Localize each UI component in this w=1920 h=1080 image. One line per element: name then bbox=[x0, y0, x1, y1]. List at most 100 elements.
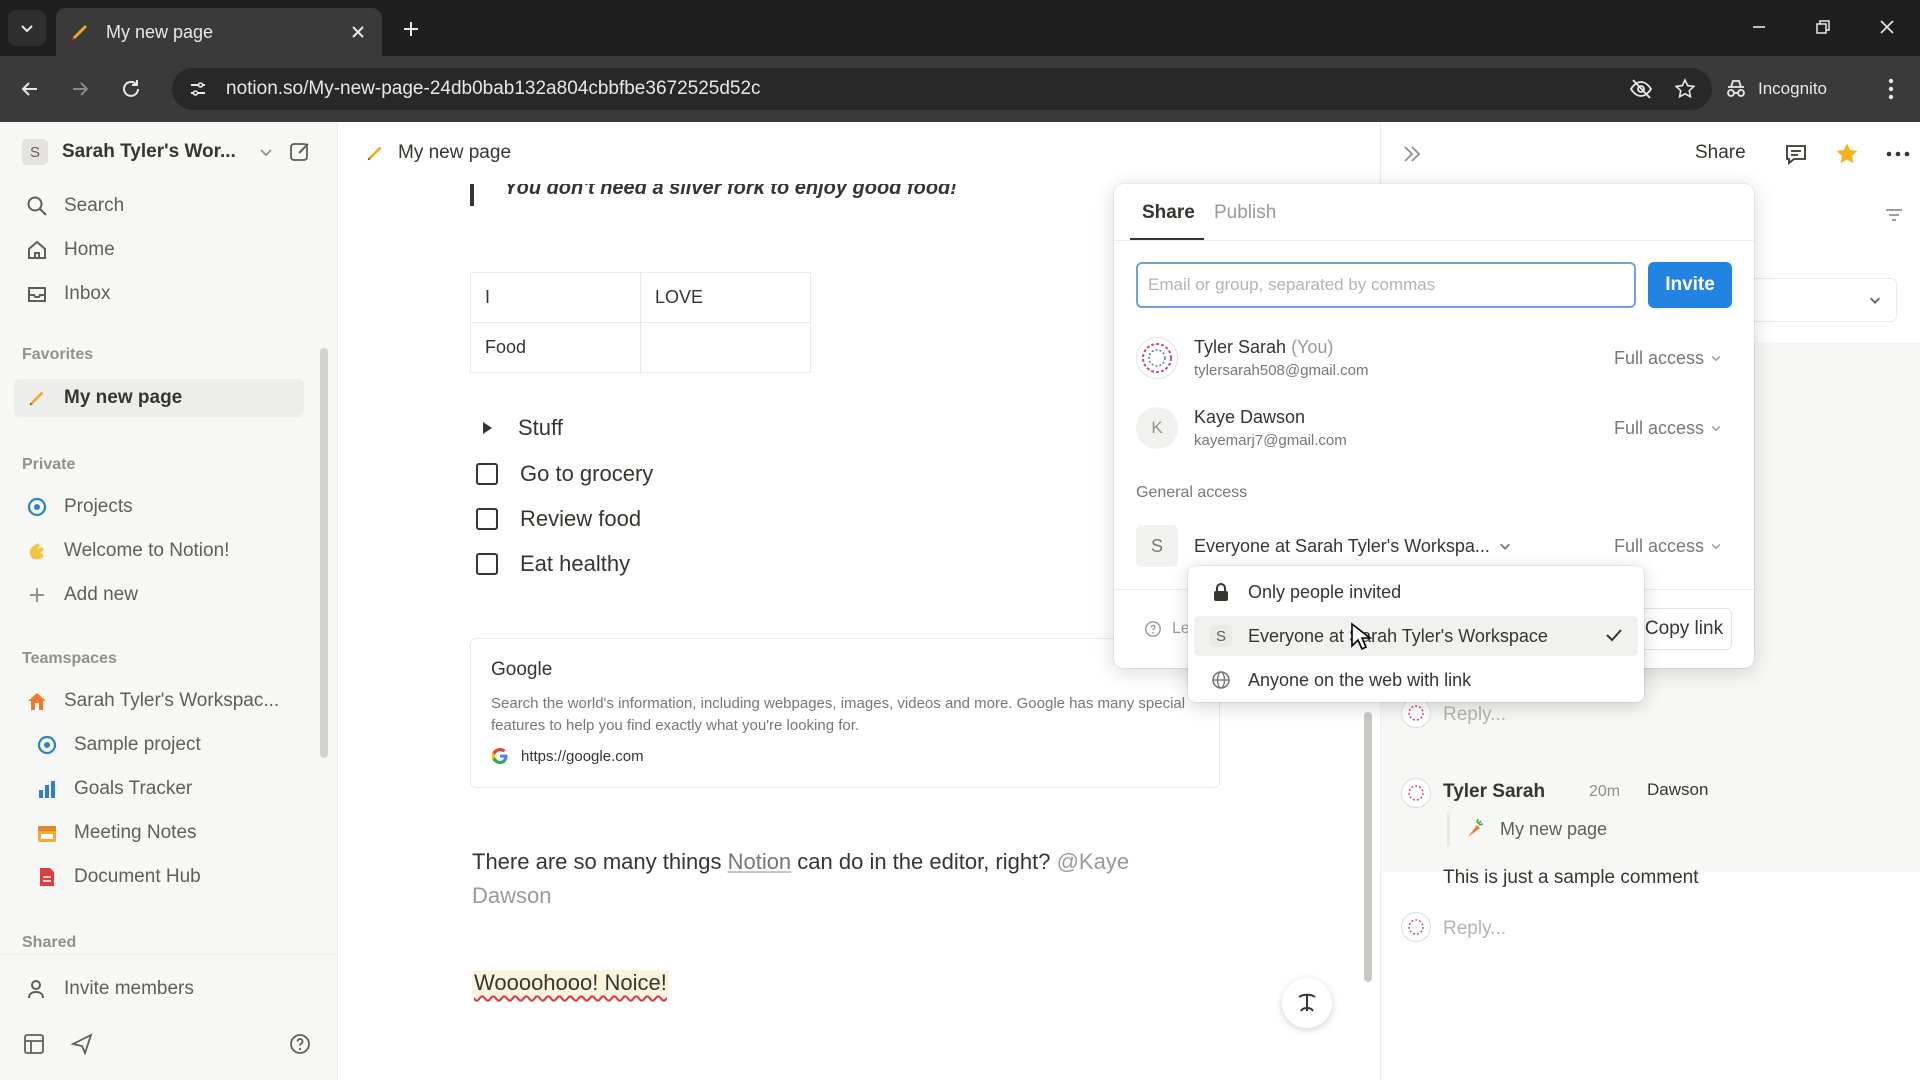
sidebar-item-my-new-page[interactable]: My new page bbox=[14, 379, 304, 417]
reply-input[interactable]: Reply... bbox=[1443, 704, 1506, 726]
browser-menu-button[interactable] bbox=[1876, 72, 1906, 106]
sidebar-item-welcome[interactable]: Welcome to Notion! bbox=[14, 532, 304, 570]
todo-item: Go to grocery bbox=[476, 457, 653, 491]
notion-link[interactable]: Notion bbox=[728, 849, 792, 874]
avatar: K bbox=[1136, 407, 1178, 449]
table-cell[interactable] bbox=[640, 322, 811, 373]
collapse-panel-button[interactable] bbox=[1397, 139, 1427, 169]
copy-link-button[interactable]: Copy link bbox=[1636, 608, 1732, 650]
member-name: Tyler Sarah bbox=[1194, 337, 1287, 357]
highlighted-text[interactable]: Woooohooo! Noice! bbox=[472, 970, 669, 996]
bookmark-card[interactable]: Google Search the world's information, i… bbox=[470, 638, 1220, 788]
sidebar-scrollbar[interactable] bbox=[320, 348, 328, 758]
site-settings-icon[interactable] bbox=[178, 69, 218, 109]
filter-icon[interactable] bbox=[1883, 204, 1909, 230]
new-tab-button[interactable] bbox=[396, 14, 426, 44]
more-options-button[interactable] bbox=[1883, 139, 1913, 169]
templates-icon[interactable] bbox=[22, 1032, 46, 1056]
invite-button[interactable]: Invite bbox=[1648, 262, 1732, 308]
todo-checkbox[interactable] bbox=[476, 463, 498, 485]
todo-label[interactable]: Go to grocery bbox=[520, 461, 653, 487]
address-bar[interactable]: notion.so/My-new-page-24db0bab132a804cbb… bbox=[172, 68, 1712, 110]
access-level-dropdown[interactable]: Full access bbox=[1614, 348, 1722, 369]
tab-share[interactable]: Share bbox=[1142, 202, 1195, 224]
help-icon[interactable] bbox=[288, 1032, 312, 1056]
restore-window-button[interactable] bbox=[1806, 12, 1840, 42]
sidebar-item-sample-project[interactable]: Sample project bbox=[24, 726, 314, 764]
comment-time: 20m bbox=[1589, 783, 1621, 800]
access-level-label: Full access bbox=[1613, 535, 1704, 556]
favorite-button[interactable] bbox=[1832, 139, 1862, 169]
text-block[interactable]: There are so many things Notion can do i… bbox=[472, 845, 1192, 913]
todo-label[interactable]: Eat healthy bbox=[520, 551, 630, 577]
sidebar-item-meeting-notes[interactable]: Meeting Notes bbox=[24, 814, 314, 852]
browser-tab-active[interactable]: My new page bbox=[56, 8, 382, 56]
close-tab-icon[interactable] bbox=[346, 20, 370, 44]
paragraph-text: can do in the editor, right? bbox=[791, 849, 1057, 874]
comments-button[interactable] bbox=[1781, 139, 1811, 169]
incognito-icon bbox=[1727, 80, 1745, 97]
sidebar-item-label: Goals Tracker bbox=[74, 778, 193, 799]
sidebar-item-search[interactable]: Search bbox=[14, 187, 304, 225]
workspace-switcher[interactable]: S Sarah Tyler's Wor... bbox=[14, 132, 314, 172]
comment-filter-select[interactable] bbox=[1751, 278, 1897, 322]
workspace-icon: S bbox=[1210, 625, 1232, 647]
todo-checkbox[interactable] bbox=[476, 553, 498, 575]
minimize-window-button[interactable] bbox=[1742, 12, 1776, 42]
paragraph-text: There are so many things bbox=[472, 849, 728, 874]
toggle-block[interactable]: Stuff bbox=[476, 411, 563, 445]
table-cell[interactable]: I bbox=[470, 272, 641, 323]
share-button[interactable]: Share bbox=[1695, 142, 1746, 164]
main-scrollbar[interactable] bbox=[1364, 712, 1372, 982]
url-text[interactable]: notion.so/My-new-page-24db0bab132a804cbb… bbox=[226, 78, 1624, 100]
menu-item-everyone-workspace[interactable]: S Everyone at Sarah Tyler's Workspace bbox=[1194, 616, 1638, 656]
comment-page-reference[interactable]: My new page bbox=[1447, 812, 1607, 846]
sidebar-item-goals-tracker[interactable]: Goals Tracker bbox=[24, 770, 314, 808]
favorites-heading[interactable]: Favorites bbox=[22, 346, 93, 364]
more-vertical-icon bbox=[1888, 78, 1894, 100]
sidebar-item-add-new[interactable]: Add new bbox=[14, 576, 304, 614]
forward-button[interactable] bbox=[64, 73, 96, 105]
tab-title: My new page bbox=[106, 21, 214, 42]
table-cell[interactable]: LOVE bbox=[640, 272, 811, 323]
ai-assistant-button[interactable] bbox=[1282, 978, 1332, 1028]
incognito-indicator[interactable]: Incognito bbox=[1724, 69, 1864, 109]
general-access-level-dropdown[interactable]: Full access bbox=[1614, 536, 1722, 557]
comment-author[interactable]: Tyler Sarah bbox=[1443, 781, 1545, 803]
general-access-dropdown[interactable]: Everyone at Sarah Tyler's Workspa... bbox=[1194, 536, 1614, 557]
simple-table: I LOVE Food bbox=[470, 272, 811, 373]
eye-off-icon[interactable] bbox=[1624, 72, 1658, 106]
sidebar-item-projects[interactable]: Projects bbox=[14, 488, 304, 526]
globe-icon bbox=[1210, 669, 1232, 691]
menu-item-only-invited[interactable]: Only people invited bbox=[1194, 572, 1638, 612]
breadcrumb[interactable]: My new page bbox=[398, 142, 511, 164]
send-icon[interactable] bbox=[70, 1032, 94, 1056]
invite-email-input[interactable] bbox=[1136, 262, 1636, 308]
todo-label[interactable]: Review food bbox=[520, 506, 641, 532]
tab-search-button[interactable] bbox=[8, 10, 46, 46]
menu-item-anyone-web[interactable]: Anyone on the web with link bbox=[1194, 660, 1638, 700]
invite-members-button[interactable]: Invite members bbox=[14, 970, 304, 1008]
toggle-triangle-icon[interactable] bbox=[476, 417, 498, 439]
restore-icon bbox=[1816, 20, 1830, 34]
back-button[interactable] bbox=[14, 73, 46, 105]
sidebar-item-document-hub[interactable]: Document Hub bbox=[24, 858, 314, 896]
learn-about-sharing-link[interactable]: Le bbox=[1144, 620, 1190, 638]
reply-input[interactable]: Reply... bbox=[1443, 918, 1506, 940]
sidebar-item-home[interactable]: Home bbox=[14, 231, 304, 269]
todo-checkbox[interactable] bbox=[476, 508, 498, 530]
pencil-icon bbox=[24, 385, 50, 411]
sidebar-item-inbox[interactable]: Inbox bbox=[14, 275, 304, 313]
close-window-button[interactable] bbox=[1870, 12, 1904, 42]
access-level-dropdown[interactable]: Full access bbox=[1614, 418, 1722, 439]
sidebar-item-teamspace[interactable]: Sarah Tyler's Workspac... bbox=[14, 682, 304, 720]
teamspaces-heading[interactable]: Teamspaces bbox=[22, 650, 117, 668]
shared-heading[interactable]: Shared bbox=[22, 934, 76, 952]
bookmark-star-icon[interactable] bbox=[1668, 72, 1702, 106]
new-page-button[interactable] bbox=[288, 140, 312, 164]
tab-publish[interactable]: Publish bbox=[1214, 202, 1276, 224]
minimize-icon bbox=[1753, 26, 1765, 28]
reload-button[interactable] bbox=[115, 73, 147, 105]
private-heading[interactable]: Private bbox=[22, 456, 75, 474]
table-cell[interactable]: Food bbox=[470, 322, 641, 373]
